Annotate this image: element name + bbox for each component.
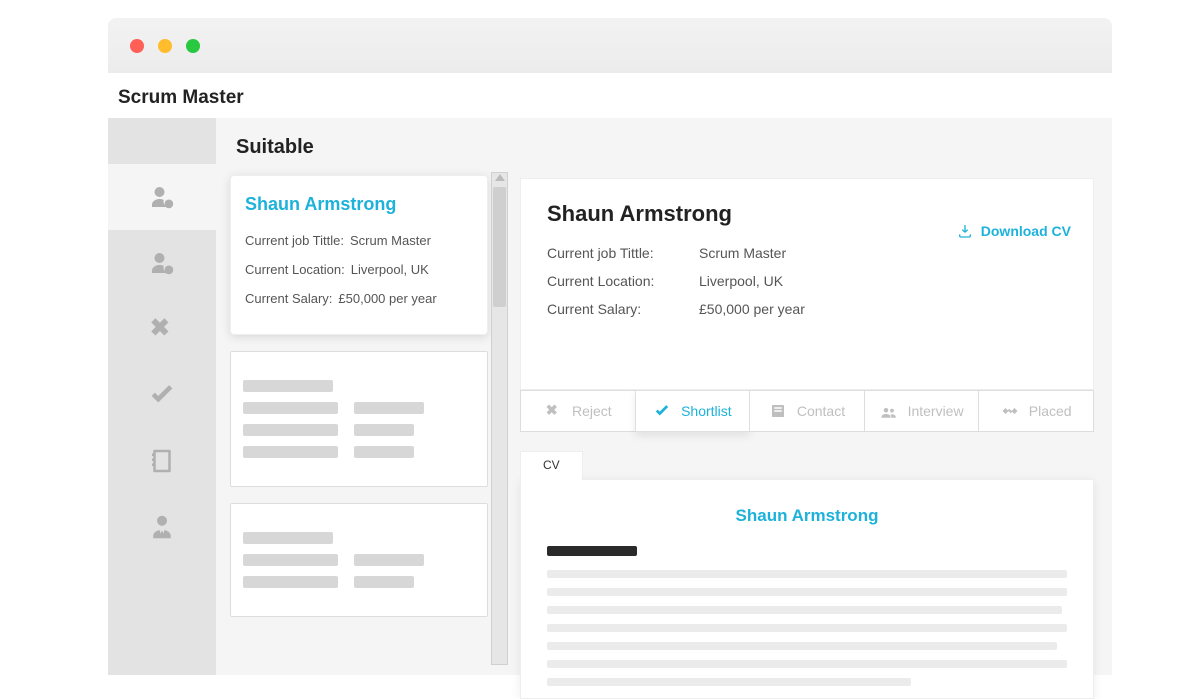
candidate-card-placeholder[interactable]: [230, 351, 488, 487]
scroll-up-icon[interactable]: [495, 174, 505, 181]
page-title: Scrum Master: [118, 87, 244, 109]
people-icon: [880, 402, 898, 420]
contact-button[interactable]: Contact: [749, 390, 865, 432]
candidate-card-placeholder[interactable]: [230, 503, 488, 617]
app-window: Scrum Master Suitable: [108, 18, 1112, 675]
detail-salary-value: £50,000 per year: [699, 301, 805, 317]
sidebar-item-reject[interactable]: [108, 296, 216, 362]
interview-button[interactable]: Interview: [864, 390, 980, 432]
detail-job-title-label: Current job Tittle:: [547, 245, 699, 261]
placed-label: Placed: [1029, 403, 1072, 419]
candidate-list: Suitable Shaun Armstrong Current job Tit…: [216, 118, 510, 675]
reject-button[interactable]: Reject: [520, 390, 636, 432]
shortlist-label: Shortlist: [681, 403, 732, 419]
sidebar-item-suitable[interactable]: [108, 164, 216, 230]
detail-salary-label: Current Salary:: [547, 301, 699, 317]
interview-label: Interview: [908, 403, 964, 419]
contact-icon: [769, 402, 787, 420]
card-location-value: Liverpool, UK: [351, 262, 429, 277]
handshake-icon: [1001, 402, 1019, 420]
action-strip: Reject Shortlist Contact Interview Place…: [520, 390, 1094, 432]
card-location-label: Current Location:: [245, 262, 345, 277]
detail-card: Shaun Armstrong Current job Tittle:Scrum…: [520, 178, 1094, 390]
minimize-icon[interactable]: [158, 39, 172, 53]
cv-section-bar: [547, 546, 637, 556]
cv-panel: Shaun Armstrong: [520, 479, 1094, 699]
tab-cv[interactable]: CV: [520, 451, 583, 480]
x-thick-icon: [147, 314, 177, 344]
maximize-icon[interactable]: [186, 39, 200, 53]
reject-label: Reject: [572, 403, 612, 419]
sidebar: [108, 118, 216, 675]
check-thick-icon: [653, 402, 671, 420]
detail-job-title-value: Scrum Master: [699, 245, 786, 261]
page-header: Scrum Master: [108, 78, 1112, 118]
businessperson-icon: [147, 512, 177, 542]
contact-label: Contact: [797, 403, 845, 419]
person-x-icon: [147, 248, 177, 278]
download-cv-link[interactable]: Download CV: [957, 223, 1071, 239]
sidebar-item-rejected[interactable]: [108, 230, 216, 296]
placed-button[interactable]: Placed: [978, 390, 1094, 432]
close-icon[interactable]: [130, 39, 144, 53]
detail-location-value: Liverpool, UK: [699, 273, 783, 289]
card-salary-value: £50,000 per year: [338, 291, 436, 306]
candidate-card[interactable]: Shaun Armstrong Current job Tittle: Scrum…: [230, 175, 488, 335]
sidebar-item-shortlist[interactable]: [108, 362, 216, 428]
download-cv-label: Download CV: [981, 223, 1071, 239]
card-job-title-label: Current job Tittle:: [245, 233, 344, 248]
sidebar-item-notes[interactable]: [108, 428, 216, 494]
list-section-title: Suitable: [236, 136, 510, 159]
list-scrollbar[interactable]: [491, 172, 508, 665]
cv-heading: Shaun Armstrong: [547, 506, 1067, 526]
scrollbar-thumb[interactable]: [493, 187, 506, 307]
card-job-title-value: Scrum Master: [350, 233, 431, 248]
download-icon: [957, 223, 973, 239]
person-check-icon: [147, 182, 177, 212]
candidate-detail: Shaun Armstrong Current job Tittle:Scrum…: [510, 118, 1112, 675]
sidebar-item-placed[interactable]: [108, 494, 216, 560]
notebook-icon: [147, 446, 177, 476]
shortlist-button[interactable]: Shortlist: [635, 390, 751, 432]
card-salary-label: Current Salary:: [245, 291, 332, 306]
check-thick-icon: [147, 380, 177, 410]
x-thick-icon: [544, 402, 562, 420]
detail-location-label: Current Location:: [547, 273, 699, 289]
window-titlebar: [108, 18, 1112, 73]
candidate-name: Shaun Armstrong: [245, 194, 473, 215]
